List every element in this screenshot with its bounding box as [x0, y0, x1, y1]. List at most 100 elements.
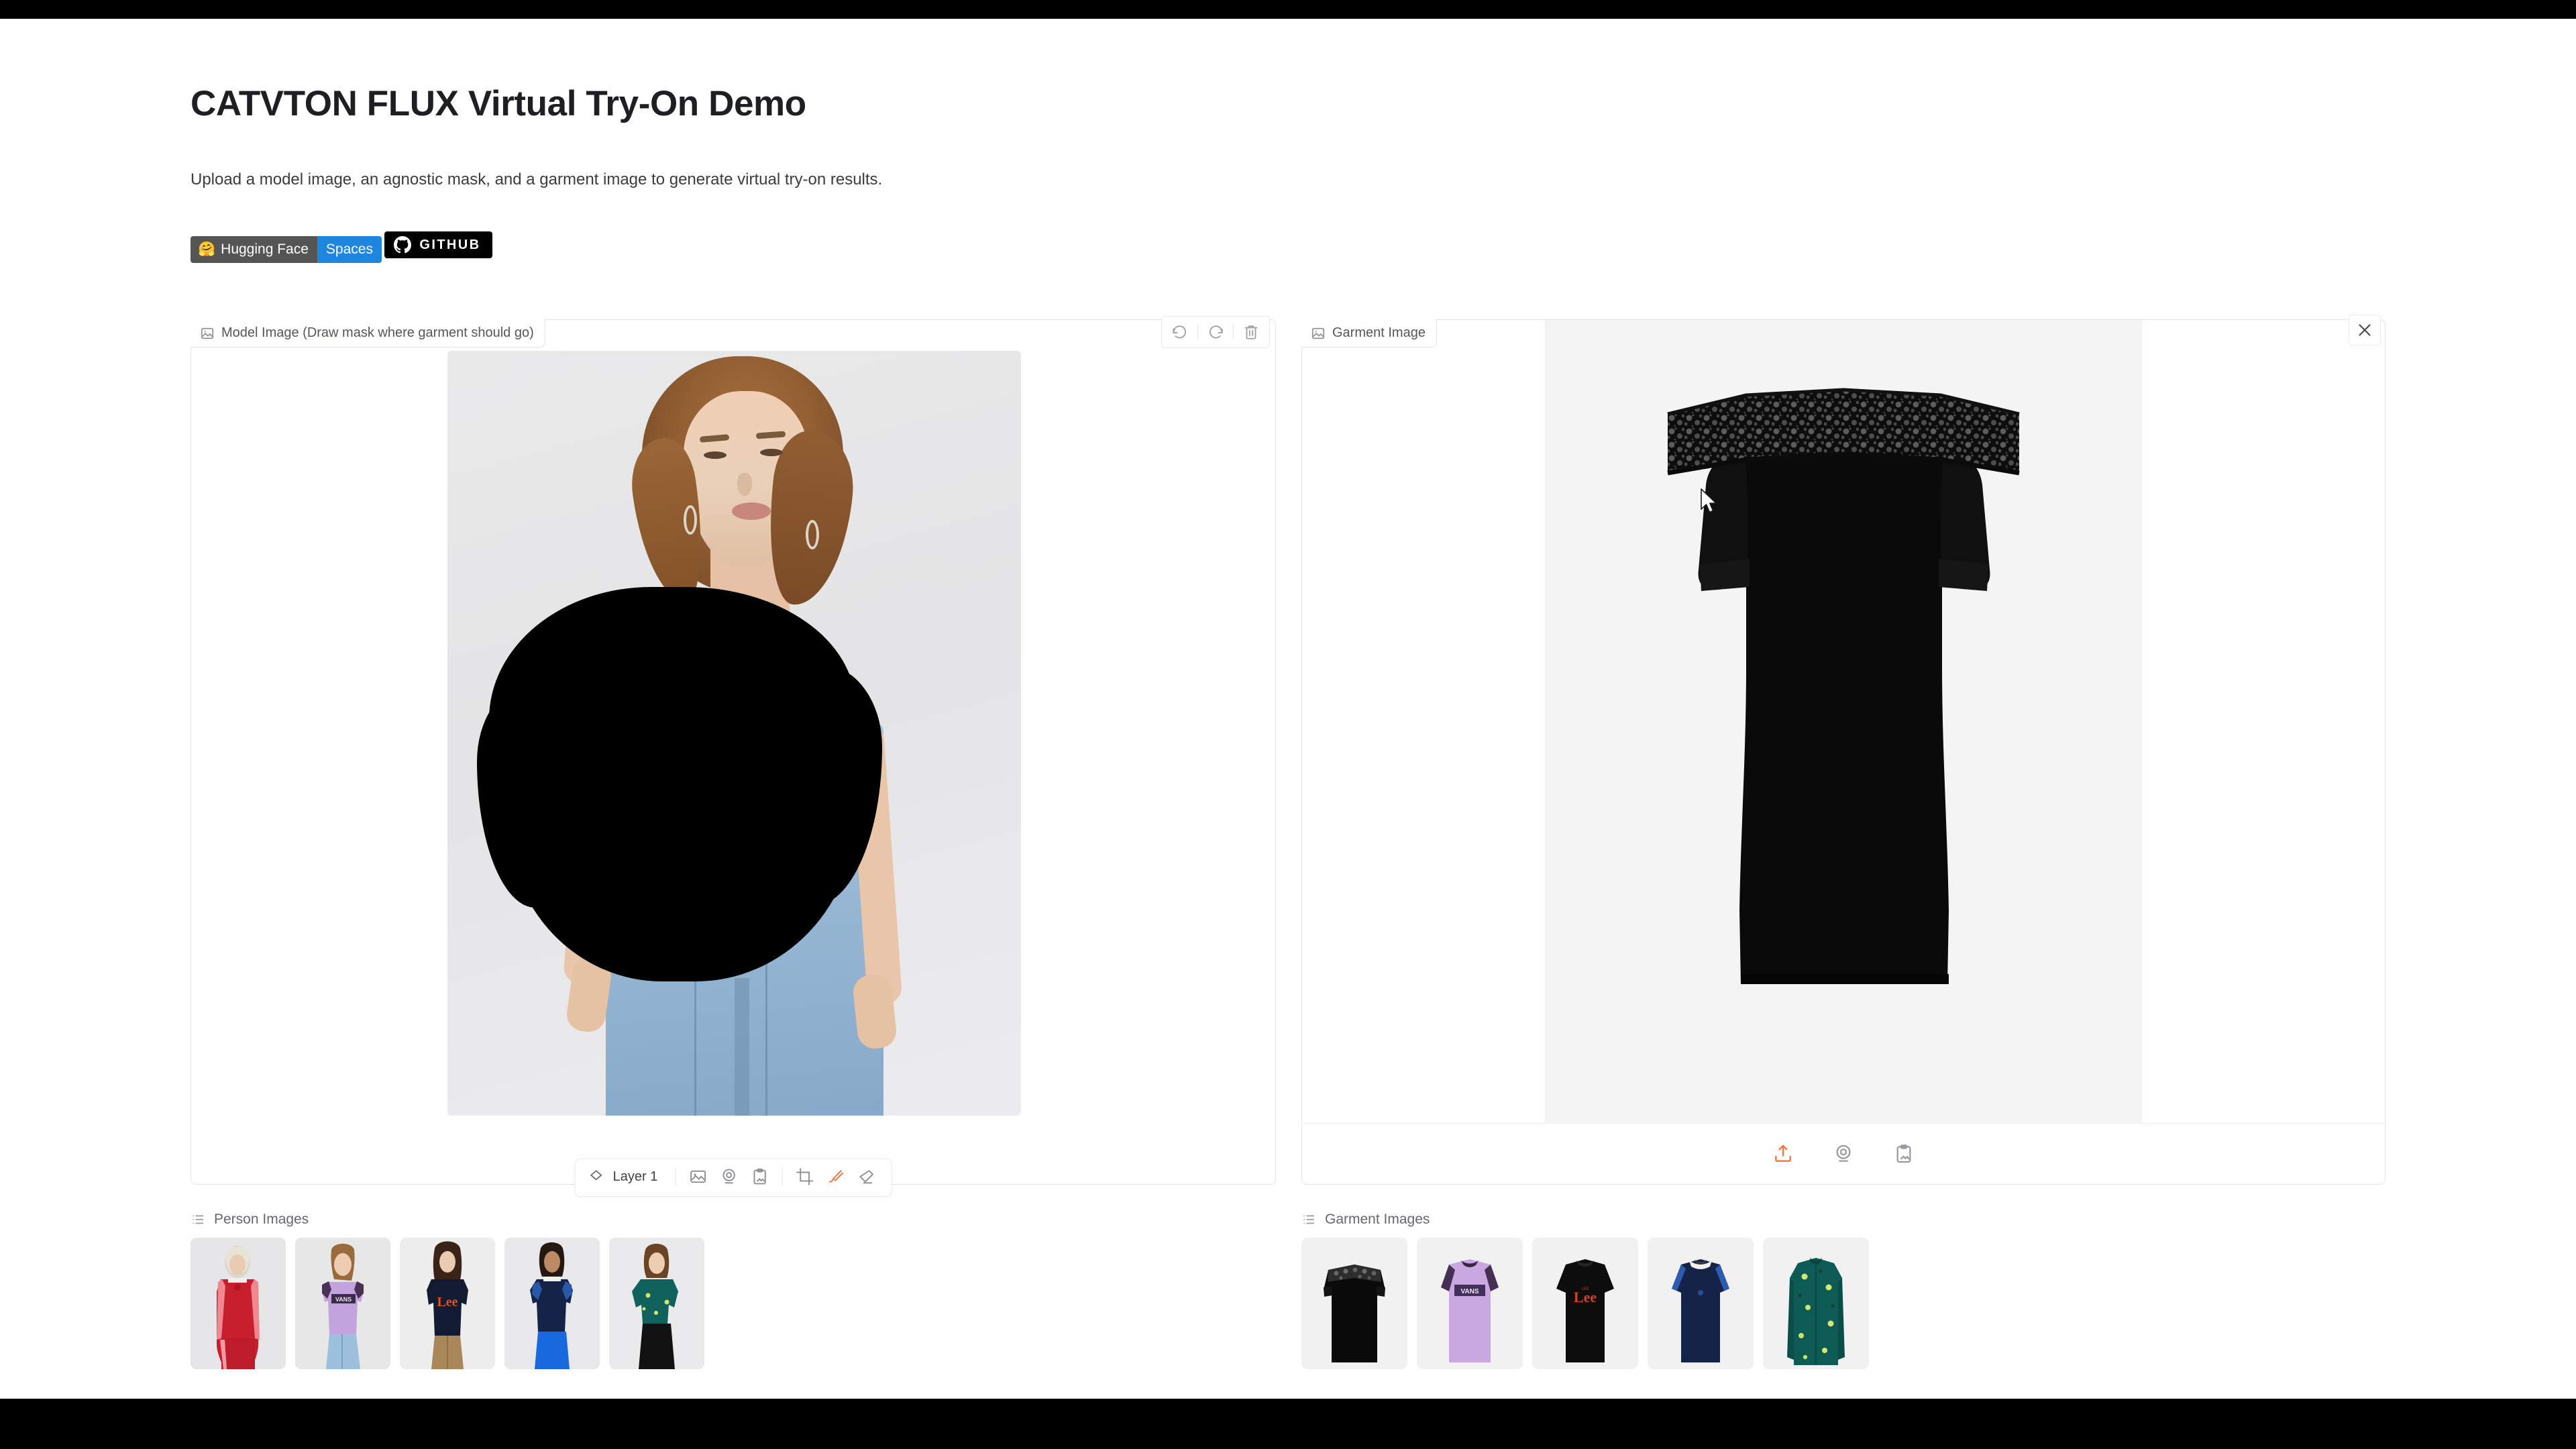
garment-thumb-1[interactable]	[1301, 1238, 1407, 1369]
image-icon	[690, 1170, 706, 1183]
upload-button[interactable]	[1767, 1138, 1799, 1170]
huggingface-badge-label: Hugging Face	[221, 241, 309, 257]
person-gallery-header: Person Images	[191, 1212, 1276, 1228]
person-thumb-1[interactable]	[191, 1238, 286, 1369]
webcam-button[interactable]	[1827, 1138, 1860, 1170]
model-panel-label: Model Image (Draw mask where garment sho…	[191, 319, 545, 347]
close-icon	[2359, 324, 2371, 336]
brush-button[interactable]	[820, 1165, 851, 1188]
garment-images-gallery: Garment Images VANS Lee LEE	[1301, 1212, 2385, 1369]
toolbar-divider	[675, 1167, 676, 1186]
page-header: CATVTON FLUX Virtual Try-On Demo	[191, 84, 806, 123]
spaces-badge-label: Spaces	[325, 241, 373, 257]
app-page: CATVTON FLUX Virtual Try-On Demo Upload …	[0, 19, 2576, 1399]
crop-button[interactable]	[789, 1165, 820, 1188]
person-thumb-art: Lee	[400, 1238, 495, 1369]
eraser-button[interactable]	[851, 1165, 881, 1188]
garment-thumb-art: VANS	[1417, 1238, 1523, 1369]
garment-artwork	[1667, 388, 2020, 984]
model-panel-toolbar	[1161, 316, 1270, 348]
hugging-face-emoji-icon: 🤗	[198, 241, 216, 257]
eraser-icon	[859, 1170, 873, 1184]
garment-image[interactable]	[1545, 320, 2142, 1124]
editor-panels: Model Image (Draw mask where garment sho…	[191, 315, 2385, 1197]
garment-thumb-art	[1763, 1238, 1869, 1369]
garment-panel-label-text: Garment Image	[1332, 325, 1426, 340]
github-icon	[394, 236, 412, 254]
delete-button[interactable]	[1237, 320, 1265, 344]
person-gallery-label: Person Images	[214, 1212, 309, 1227]
page-title: CATVTON FLUX Virtual Try-On Demo	[191, 84, 806, 123]
brush-icon	[828, 1170, 843, 1183]
huggingface-spaces-badge[interactable]: 🤗 Hugging Face Spaces	[191, 235, 382, 263]
clipboard-image-icon	[753, 1168, 766, 1185]
github-badge-label: GITHUB	[419, 237, 481, 252]
model-image-panel: Model Image (Draw mask where garment sho…	[191, 316, 1276, 1197]
garment-canvas[interactable]	[1302, 320, 2385, 1184]
garment-thumb-4[interactable]	[1648, 1238, 1754, 1369]
github-badge[interactable]: GITHUB	[384, 231, 493, 258]
garment-close-button[interactable]	[2349, 315, 2381, 345]
garment-thumb-3[interactable]: Lee LEE	[1532, 1238, 1638, 1369]
list-icon	[193, 1215, 204, 1224]
person-thumb-3[interactable]: Lee	[400, 1238, 495, 1369]
person-thumb-5[interactable]	[609, 1238, 704, 1369]
model-lips	[732, 502, 771, 520]
svg-text:VANS: VANS	[1460, 1288, 1479, 1295]
garment-image-panel: Garment Image	[1301, 315, 2385, 1185]
person-thumb-2[interactable]: VANS	[295, 1238, 390, 1369]
garment-thumb-2[interactable]: VANS	[1417, 1238, 1523, 1369]
svg-text:VANS: VANS	[335, 1296, 352, 1303]
list-icon	[1303, 1215, 1315, 1224]
page-subtitle: Upload a model image, an agnostic mask, …	[191, 170, 883, 189]
layer-label: Layer 1	[612, 1169, 658, 1184]
model-eye	[760, 449, 783, 456]
image-icon	[1311, 327, 1325, 339]
person-thumb-4[interactable]	[504, 1238, 600, 1369]
layer-selector[interactable]: Layer 1	[585, 1168, 669, 1185]
paste-clipboard-button[interactable]	[1888, 1138, 1920, 1170]
webcam-button[interactable]	[713, 1165, 744, 1188]
clipboard-image-icon	[1896, 1144, 1911, 1163]
screen: CATVTON FLUX Virtual Try-On Demo Upload …	[0, 0, 2576, 1449]
garment-panel-label: Garment Image	[1301, 319, 1437, 347]
jeans-split	[735, 978, 749, 1116]
garment-thumb-5[interactable]	[1763, 1238, 1869, 1369]
trash-icon	[1244, 325, 1258, 339]
garment-thumb-list: VANS Lee LEE	[1301, 1238, 2385, 1369]
model-image[interactable]	[447, 351, 1021, 1116]
redo-icon	[1210, 325, 1223, 339]
person-thumb-art	[504, 1238, 600, 1369]
garment-gallery-header: Garment Images	[1301, 1212, 2385, 1228]
webcam-icon	[1836, 1144, 1851, 1162]
svg-text:Lee: Lee	[437, 1295, 458, 1309]
garment-thumb-art	[1301, 1238, 1407, 1369]
person-thumb-list: VANS Lee	[191, 1238, 1276, 1369]
model-panel-label-text: Model Image (Draw mask where garment sho…	[221, 325, 534, 340]
undo-button[interactable]	[1166, 320, 1194, 344]
person-thumb-art	[609, 1238, 704, 1369]
model-canvas[interactable]	[191, 320, 1275, 1184]
toolbar-divider	[1197, 325, 1198, 339]
person-thumb-art: VANS	[295, 1238, 390, 1369]
garment-upload-toolbar	[1303, 1123, 2384, 1183]
redo-button[interactable]	[1201, 320, 1230, 344]
undo-icon	[1173, 325, 1186, 339]
garment-thumb-art	[1648, 1238, 1754, 1369]
mouse-cursor	[1701, 488, 1717, 513]
toolbar-divider	[1233, 325, 1234, 339]
paste-clipboard-button[interactable]	[744, 1165, 775, 1188]
garment-gallery-label: Garment Images	[1325, 1212, 1430, 1227]
badge-group: 🤗 Hugging Face Spaces GITHUB	[191, 228, 493, 263]
crop-icon	[796, 1168, 813, 1185]
model-earring	[684, 505, 697, 535]
person-thumb-art	[191, 1238, 286, 1369]
upload-image-button[interactable]	[682, 1165, 713, 1188]
webcam-icon	[722, 1169, 735, 1184]
upload-icon	[1775, 1144, 1791, 1162]
model-nose	[737, 473, 752, 496]
svg-text:LEE: LEE	[1581, 1287, 1589, 1291]
garment-thumb-art: Lee LEE	[1532, 1238, 1638, 1369]
model-earring	[806, 520, 819, 549]
image-icon	[201, 327, 214, 339]
